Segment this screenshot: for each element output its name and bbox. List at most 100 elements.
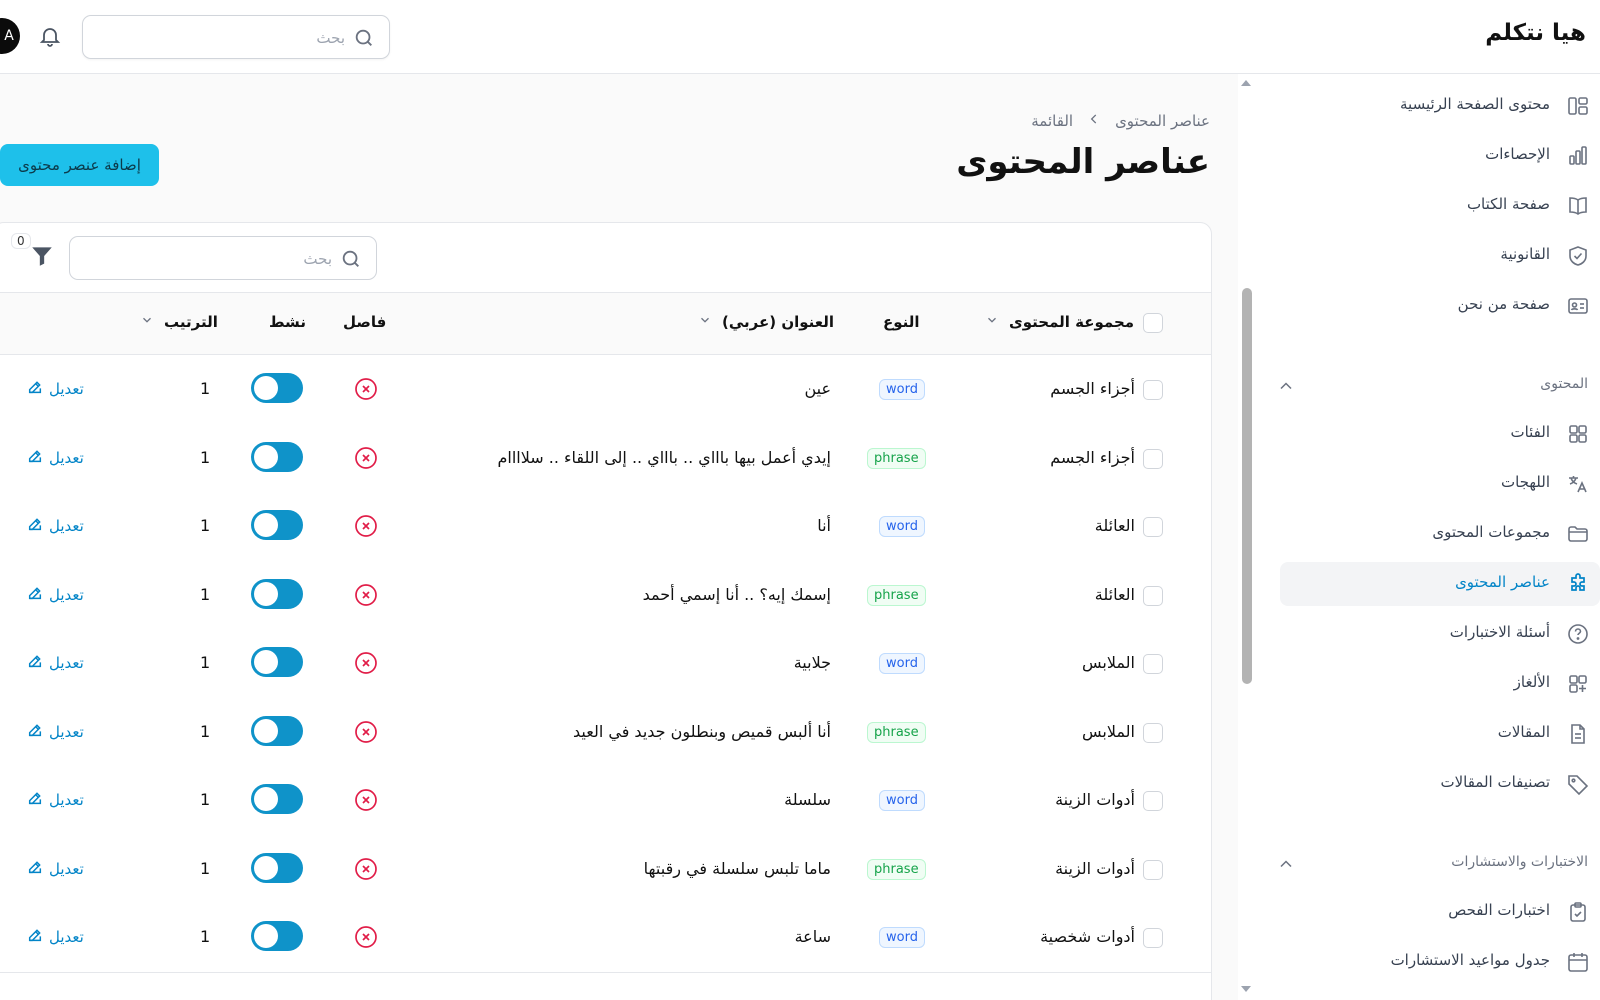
sidebar-item-label: تصنيفات المقالات bbox=[1440, 773, 1550, 791]
sidebar-group-content[interactable]: المحتوى bbox=[1270, 366, 1600, 406]
sidebar-item-label: اختبارات الفحص bbox=[1448, 901, 1550, 919]
select-all-checkbox[interactable] bbox=[1143, 313, 1163, 333]
active-toggle[interactable] bbox=[251, 784, 303, 814]
column-header-title[interactable]: العنوان (عربي) bbox=[698, 313, 834, 331]
row-title: إسمك إيه؟ .. أنا إسمي أحمد bbox=[642, 584, 831, 604]
row-checkbox[interactable] bbox=[1143, 928, 1163, 948]
sidebar-item-content-groups[interactable]: مجموعات المحتوى bbox=[1280, 512, 1600, 556]
active-toggle[interactable] bbox=[251, 715, 303, 746]
table-search[interactable] bbox=[69, 236, 377, 280]
edit-link[interactable]: تعديل bbox=[27, 379, 84, 399]
type-badge: phrase bbox=[867, 858, 926, 880]
row-checkbox[interactable] bbox=[1143, 859, 1163, 880]
search-icon bbox=[353, 27, 375, 53]
edit-icon bbox=[27, 859, 43, 879]
active-toggle[interactable] bbox=[251, 647, 303, 677]
avatar-initial: A bbox=[4, 28, 14, 44]
sidebar-item-screening-tests[interactable]: اختبارات الفحص bbox=[1280, 890, 1600, 934]
breadcrumb-item-content-items[interactable]: عناصر المحتوى bbox=[1115, 112, 1210, 130]
app-title[interactable]: هيا نتكلم bbox=[1485, 20, 1586, 46]
row-content-group: العائلة bbox=[1094, 584, 1135, 604]
table-search-input[interactable] bbox=[82, 248, 332, 270]
scrollbar-thumb[interactable] bbox=[1242, 288, 1252, 684]
row-checkbox[interactable] bbox=[1143, 722, 1163, 743]
column-header-order[interactable]: الترتيب bbox=[140, 313, 218, 331]
edit-label: تعديل bbox=[49, 448, 84, 467]
edit-link[interactable]: تعديل bbox=[27, 516, 84, 536]
active-toggle[interactable] bbox=[251, 921, 303, 951]
sidebar-item-legal[interactable]: القانونية bbox=[1280, 234, 1600, 278]
sidebar-item-dialects[interactable]: اللهجات bbox=[1280, 462, 1600, 506]
row-content-group: أدوات الزينة bbox=[1055, 790, 1135, 809]
sidebar-item-articles[interactable]: المقالات bbox=[1280, 712, 1600, 756]
sidebar-item-label: صفحة من نحن bbox=[1457, 295, 1550, 313]
filter-icon[interactable] bbox=[29, 243, 59, 273]
row-checkbox[interactable] bbox=[1143, 448, 1163, 469]
sidebar-item-content-items[interactable]: عناصر المحتوى bbox=[1280, 562, 1600, 606]
sidebar-item-puzzles[interactable]: الألغاز bbox=[1280, 662, 1600, 706]
global-search-input[interactable] bbox=[95, 27, 345, 49]
sidebar-item-article-categories[interactable]: تصنيفات المقالات bbox=[1280, 762, 1600, 806]
calendar-icon bbox=[1566, 950, 1590, 974]
row-content-group: الملابس bbox=[1082, 653, 1135, 672]
table-toolbar: 0 bbox=[0, 223, 1211, 293]
sidebar-item-quiz-questions[interactable]: أسئلة الاختبارات bbox=[1280, 612, 1600, 656]
question-circle-icon bbox=[1566, 622, 1590, 646]
sidebar-item-label: الإحصاءات bbox=[1485, 145, 1550, 163]
row-title: عين bbox=[804, 379, 831, 398]
edit-link[interactable]: تعديل bbox=[27, 448, 84, 468]
edit-label: تعديل bbox=[49, 654, 84, 672]
edit-link[interactable]: تعديل bbox=[27, 927, 84, 947]
chevron-down-icon bbox=[698, 313, 712, 331]
sidebar-item-label: الألغاز bbox=[1513, 673, 1550, 691]
sidebar-item-label: جدول مواعيد الاستشارات bbox=[1390, 951, 1550, 969]
row-checkbox[interactable] bbox=[1143, 380, 1163, 400]
row-checkbox[interactable] bbox=[1143, 654, 1163, 674]
column-header-group[interactable]: مجموعة المحتوى bbox=[985, 313, 1134, 331]
grid-plus-icon bbox=[1566, 672, 1590, 696]
edit-label: تعديل bbox=[49, 380, 84, 398]
sidebar-item-categories[interactable]: الفئات bbox=[1280, 412, 1600, 456]
table-row: أجزاء الجسم phrase إيدي أعمل بيها باااي … bbox=[0, 423, 1211, 494]
breadcrumb-item-list: القائمة bbox=[1031, 112, 1074, 130]
row-checkbox[interactable] bbox=[1143, 585, 1163, 606]
document-icon bbox=[1566, 722, 1590, 746]
bell-icon[interactable] bbox=[38, 24, 62, 52]
edit-link[interactable]: تعديل bbox=[27, 722, 84, 742]
active-toggle[interactable] bbox=[251, 578, 303, 609]
active-toggle[interactable] bbox=[251, 373, 303, 403]
add-content-item-button[interactable]: إضافة عنصر محتوى bbox=[0, 144, 159, 186]
sidebar-item-book-page[interactable]: صفحة الكتاب bbox=[1280, 184, 1600, 228]
scroll-up-arrow[interactable] bbox=[1241, 80, 1251, 86]
active-toggle[interactable] bbox=[251, 441, 303, 472]
scroll-down-arrow[interactable] bbox=[1241, 986, 1251, 992]
sidebar-item-label: صفحة الكتاب bbox=[1466, 195, 1550, 213]
edit-link[interactable]: تعديل bbox=[27, 859, 84, 879]
sidebar-item-about[interactable]: صفحة من نحن bbox=[1280, 284, 1600, 328]
chevron-up-icon bbox=[1276, 854, 1296, 878]
edit-link[interactable]: تعديل bbox=[27, 653, 84, 673]
avatar[interactable]: A bbox=[0, 18, 20, 54]
sidebar-item-consultation-schedule[interactable]: جدول مواعيد الاستشارات bbox=[1280, 940, 1600, 984]
edit-link[interactable]: تعديل bbox=[27, 585, 84, 605]
column-header-label: الترتيب bbox=[164, 313, 218, 331]
row-checkbox[interactable] bbox=[1143, 517, 1163, 537]
active-toggle[interactable] bbox=[251, 510, 303, 540]
active-toggle[interactable] bbox=[251, 852, 303, 883]
sidebar-group-label: المحتوى bbox=[1540, 376, 1588, 392]
column-header-label: نشط bbox=[269, 313, 306, 331]
table-row: العائلة word أنا 1 تعديل bbox=[0, 492, 1211, 562]
sidebar-item-stats[interactable]: الإحصاءات bbox=[1280, 134, 1600, 178]
sidebar-scrollbar[interactable] bbox=[1238, 74, 1252, 1000]
global-search[interactable] bbox=[82, 15, 390, 59]
edit-icon bbox=[27, 790, 43, 810]
table-row: أدوات شخصية word ساعة 1 تعديل bbox=[0, 903, 1211, 973]
row-content-group: أدوات شخصية bbox=[1040, 927, 1135, 946]
sidebar-item-home-content[interactable]: محتوى الصفحة الرئيسية bbox=[1280, 84, 1600, 128]
sidebar-group-tests[interactable]: الاختبارات والاستشارات bbox=[1270, 844, 1600, 884]
row-checkbox[interactable] bbox=[1143, 791, 1163, 811]
edit-link[interactable]: تعديل bbox=[27, 790, 84, 810]
tag-icon bbox=[1566, 772, 1590, 796]
edit-icon bbox=[27, 927, 43, 947]
sidebar-item-label: الفئات bbox=[1510, 423, 1550, 441]
